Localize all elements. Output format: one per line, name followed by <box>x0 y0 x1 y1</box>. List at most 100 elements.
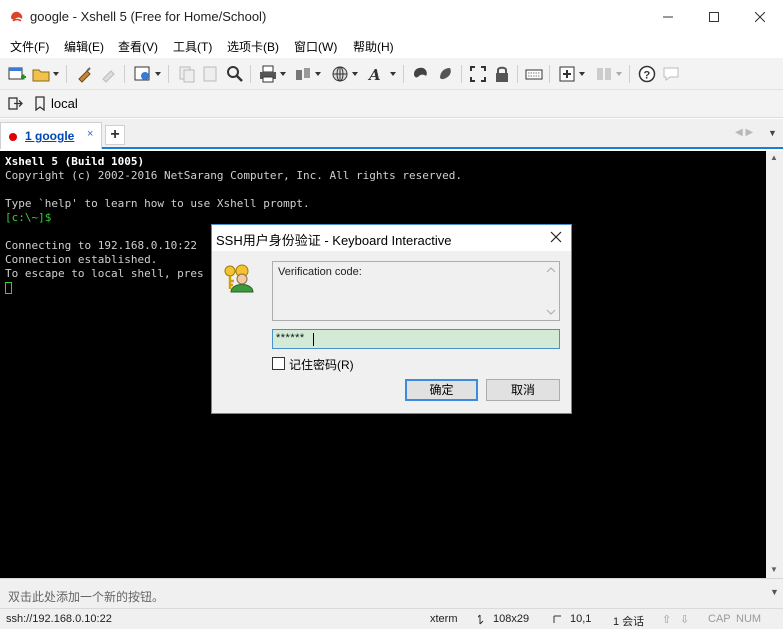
new-session-icon[interactable] <box>7 64 27 84</box>
find-icon[interactable] <box>225 64 245 84</box>
quick-button-bar[interactable]: 双击此处添加一个新的按钮。 ▼ <box>0 578 783 608</box>
copy-icon <box>179 66 195 83</box>
properties-icon[interactable] <box>133 64 153 84</box>
terminal-line: Connecting to 192.168.0.10:22 <box>5 239 198 252</box>
paste-icon <box>203 66 217 82</box>
menu-file[interactable]: 文件(F) <box>10 38 49 55</box>
toolbar-divider <box>629 65 630 83</box>
open-folder-icon[interactable] <box>31 64 51 84</box>
session-down-icon[interactable]: ⇩ <box>680 613 689 626</box>
toolbar-divider <box>124 65 125 83</box>
dialog-title-bar: SSH用户身份验证 - Keyboard Interactive <box>212 225 571 251</box>
toolbar-divider <box>66 65 67 83</box>
chevron-down-icon[interactable] <box>155 72 161 76</box>
status-sessions: 1 会话 <box>613 616 645 628</box>
chevron-down-icon[interactable] <box>315 72 321 76</box>
terminal-line: To escape to local shell, pres <box>5 267 204 280</box>
user-key-icon <box>224 264 254 293</box>
chevron-down-icon <box>616 72 622 76</box>
dialog-close-icon[interactable] <box>549 230 563 244</box>
chevron-down-icon[interactable] <box>352 72 358 76</box>
terminal-scrollbar[interactable]: ▲ ▼ <box>766 151 783 578</box>
address-bar: local <box>0 90 783 118</box>
quick-button-hint: 双击此处添加一个新的按钮。 <box>8 590 165 604</box>
status-cursor: 10,1 <box>570 613 592 625</box>
resize-icon <box>478 614 484 625</box>
bookmark-icon[interactable] <box>34 96 46 111</box>
terminal-prompt: [c:\~]$ <box>5 211 52 224</box>
verification-code-value: ****** <box>276 332 305 344</box>
terminal-cursor <box>5 282 12 294</box>
tab-google[interactable]: 1 google × <box>0 122 102 149</box>
minimize-button[interactable] <box>645 0 691 34</box>
svg-text:?: ? <box>644 70 651 82</box>
help-icon[interactable]: ? <box>637 64 657 84</box>
maximize-button[interactable] <box>691 0 737 34</box>
keyboard-icon[interactable] <box>524 64 544 84</box>
terminal-line: Xshell 5 (Build 1005) <box>5 155 145 168</box>
terminal-line: Type `help' to learn how to use Xshell p… <box>5 197 310 210</box>
remember-password-label[interactable]: 记住密码(R) <box>289 356 354 373</box>
status-num-lock: NUM <box>736 613 762 625</box>
connection-status-dot <box>9 133 17 141</box>
cancel-button[interactable]: 取消 <box>486 379 560 401</box>
remember-password-checkbox[interactable] <box>272 357 285 370</box>
chevron-down-icon[interactable] <box>579 72 585 76</box>
lock-icon[interactable] <box>492 64 512 84</box>
toolbar-divider <box>168 65 169 83</box>
prompt-box: Verification code: <box>272 261 560 321</box>
menu-tabs[interactable]: 选项卡(B) <box>227 38 279 55</box>
terminal-line: Copyright (c) 2002-2016 NetSarang Comput… <box>5 169 462 182</box>
menu-help[interactable]: 帮助(H) <box>353 38 394 55</box>
add-tab-button[interactable]: + <box>105 125 125 145</box>
chevron-down-icon[interactable] <box>390 72 396 76</box>
chat-icon <box>663 67 679 81</box>
quick-bar-menu-icon[interactable]: ▼ <box>770 587 779 597</box>
scroll-up-icon[interactable]: ▲ <box>770 153 778 162</box>
title-bar: google - Xshell 5 (Free for Home/School) <box>0 0 783 34</box>
xagent-icon[interactable] <box>436 64 456 84</box>
tab-scroll-arrows-icon[interactable]: ◀ ▶ <box>735 127 753 138</box>
tab-label[interactable]: 1 google <box>25 129 74 143</box>
prompt-text: Verification code: <box>278 266 362 278</box>
print-icon[interactable] <box>258 64 278 84</box>
text-caret <box>313 333 314 346</box>
menu-view[interactable]: 查看(V) <box>118 38 158 55</box>
session-up-icon[interactable]: ⇧ <box>662 613 671 626</box>
transfer-icon[interactable] <box>293 64 313 84</box>
tab-close-icon[interactable]: × <box>87 128 93 140</box>
minimize-icon <box>663 16 673 18</box>
terminal-line: Connection established. <box>5 253 158 266</box>
ok-button[interactable]: 确定 <box>405 379 478 401</box>
dialog-title: SSH用户身份验证 - Keyboard Interactive <box>216 233 452 248</box>
scroll-down-icon[interactable]: ▼ <box>770 565 778 574</box>
xftp-icon[interactable] <box>411 64 431 84</box>
menu-edit[interactable]: 编辑(E) <box>64 38 104 55</box>
status-caps-lock: CAP <box>708 613 731 625</box>
tab-list-chevron-icon[interactable]: ▼ <box>768 128 777 138</box>
toolbar-divider <box>403 65 404 83</box>
close-icon <box>755 12 765 22</box>
status-connection: ssh://192.168.0.10:22 <box>6 613 112 625</box>
toolbar-divider <box>461 65 462 83</box>
font-icon[interactable]: A <box>367 64 387 84</box>
close-window-button[interactable] <box>737 0 783 34</box>
fullscreen-icon[interactable] <box>468 64 488 84</box>
svg-text:A: A <box>367 66 381 84</box>
go-icon[interactable] <box>8 96 23 111</box>
chevron-down-icon[interactable] <box>280 72 286 76</box>
globe-icon[interactable] <box>330 64 350 84</box>
address-label[interactable]: local <box>51 96 78 111</box>
menu-window[interactable]: 窗口(W) <box>294 38 337 55</box>
chevron-down-icon[interactable] <box>53 72 59 76</box>
maximize-icon <box>709 12 719 22</box>
xshell-logo-icon <box>11 11 23 22</box>
new-tab-icon[interactable] <box>557 64 577 84</box>
prompt-scrollbar[interactable] <box>543 262 559 320</box>
status-terminal-type: xterm <box>430 613 458 625</box>
menu-tools[interactable]: 工具(T) <box>173 38 212 55</box>
reconnect-icon[interactable] <box>75 64 95 84</box>
window-title: google - Xshell 5 (Free for Home/School) <box>30 9 267 24</box>
ssh-auth-dialog: SSH用户身份验证 - Keyboard Interactive Verific… <box>211 224 572 414</box>
verification-code-input[interactable]: ****** <box>272 329 560 349</box>
